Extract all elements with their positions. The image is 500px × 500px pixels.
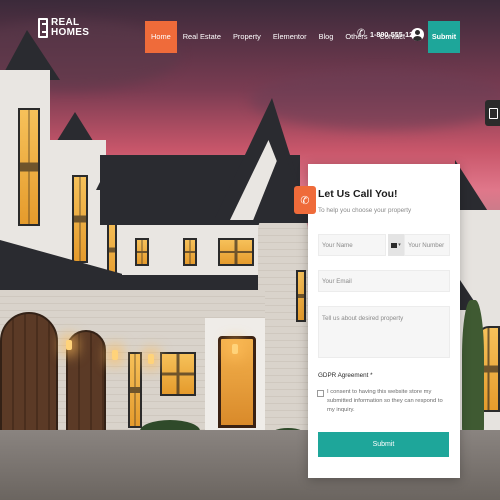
sky-cloud	[250, 70, 500, 130]
name-field[interactable]: Your Name	[318, 234, 386, 256]
brand-line-2: HOMES	[51, 27, 90, 38]
house-window	[296, 270, 306, 322]
wall-lamp	[66, 340, 72, 350]
side-panel-icon[interactable]	[485, 100, 500, 126]
nav-item-blog[interactable]: Blog	[313, 21, 340, 53]
site-header: REAL HOMES Home Real Estate Property Ele…	[0, 0, 500, 75]
house-window	[128, 352, 142, 428]
gdpr-label: GDPR Agreement *	[318, 372, 373, 379]
garden-tree	[462, 300, 484, 440]
form-subtitle: To help you choose your property	[318, 207, 412, 214]
nav-item-elementor[interactable]: Elementor	[267, 21, 313, 53]
email-field[interactable]: Your Email	[318, 270, 450, 292]
nav-item-property[interactable]: Property	[227, 21, 267, 53]
wall-lamp	[112, 350, 118, 360]
brand-logo[interactable]: REAL HOMES	[38, 18, 89, 38]
user-icon[interactable]	[411, 28, 424, 41]
form-submit-button[interactable]: Submit	[318, 432, 449, 457]
form-title: Let Us Call You!	[318, 188, 398, 200]
call-request-form: ✆ Let Us Call You! To help you choose yo…	[294, 164, 460, 478]
phone-number-field[interactable]: Your Number	[404, 234, 450, 256]
house-window	[18, 108, 40, 226]
nav-item-home[interactable]: Home	[145, 21, 177, 53]
flag-icon	[391, 242, 398, 248]
house-window	[218, 238, 254, 266]
gdpr-consent-text: I consent to having this website store m…	[327, 389, 443, 413]
wall-lamp	[232, 344, 238, 354]
house-window	[72, 175, 88, 263]
house-window	[135, 238, 149, 266]
phone-badge-icon: ✆	[294, 186, 316, 214]
wall-lamp	[148, 354, 154, 364]
house-window	[160, 352, 196, 396]
header-submit-button[interactable]: Submit	[428, 21, 460, 53]
brand-wordmark: REAL HOMES	[51, 18, 89, 38]
message-field[interactable]: Tell us about desired property	[318, 306, 450, 358]
house-window	[183, 238, 197, 266]
country-code-select[interactable]: ▾	[388, 234, 404, 256]
chevron-down-icon: ▾	[398, 242, 401, 248]
gdpr-checkbox[interactable]	[317, 390, 324, 397]
phone-icon	[357, 28, 366, 39]
stone-tower	[258, 210, 308, 445]
brand-logo-icon	[38, 18, 48, 38]
nav-item-real-estate[interactable]: Real Estate	[177, 21, 227, 53]
